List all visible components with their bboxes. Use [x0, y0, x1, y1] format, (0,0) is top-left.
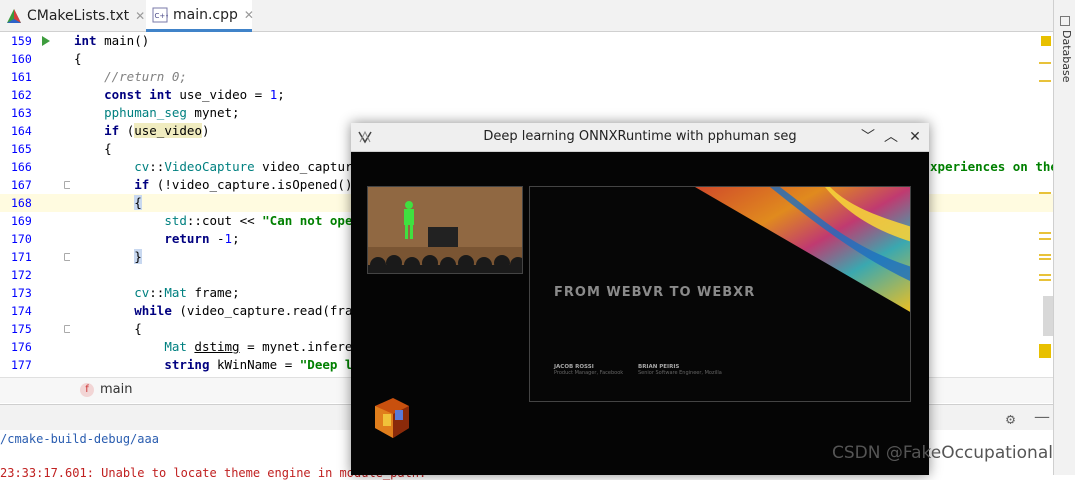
function-icon: f: [80, 383, 94, 397]
vertical-scrollbar[interactable]: [1043, 296, 1053, 336]
maximize-button[interactable]: ︿: [881, 127, 901, 147]
line-number: 172: [11, 268, 32, 282]
marker[interactable]: [1039, 279, 1051, 281]
svg-text:C++: C++: [155, 12, 169, 20]
marker[interactable]: [1039, 238, 1051, 240]
line-number: 169: [11, 214, 32, 228]
marker[interactable]: [1039, 192, 1051, 194]
output-path[interactable]: /cmake-build-debug/aaa: [0, 432, 159, 446]
line-number: 168: [11, 196, 32, 210]
line-number: 175: [11, 322, 32, 336]
line-number: 163: [11, 106, 32, 120]
line-number: 160: [11, 52, 32, 66]
line-number: 159: [11, 34, 32, 48]
speaker-role: Product Manager, Facebook: [554, 370, 624, 376]
warning-marker[interactable]: [1041, 36, 1051, 46]
breadcrumb-item[interactable]: main: [100, 382, 132, 397]
marker[interactable]: [1039, 258, 1051, 260]
run-icon[interactable]: [42, 36, 50, 46]
watermark-text: CSDN @FakeOccupational: [832, 443, 1053, 463]
tab-main-cpp[interactable]: C++ main.cpp ✕: [146, 0, 254, 32]
window-title: Deep learning ONNXRuntime with pphuman s…: [483, 129, 797, 144]
code-line: //return 0;: [74, 69, 187, 84]
gear-icon[interactable]: ⚙: [1006, 410, 1015, 428]
line-number: 162: [11, 88, 32, 102]
line-number: 173: [11, 286, 32, 300]
code-line: {: [74, 51, 82, 66]
line-number: 164: [11, 124, 32, 138]
code-line: int main(): [74, 33, 150, 48]
cmake-icon: [6, 8, 22, 24]
speaker-role: Senior Software Engineer, Mozilla: [638, 370, 722, 376]
right-tool-strip: Database: [1053, 0, 1075, 475]
line-number-gutter: 159 160 161 162 163 164 165 166 167 168 …: [0, 32, 72, 377]
tab-label: CMakeLists.txt: [27, 8, 130, 24]
line-number: 165: [11, 142, 32, 156]
line-number: 167: [11, 178, 32, 192]
video-frame: FROM WEBVR TO WEBXR JACOB ROSSI Product …: [351, 152, 929, 475]
tab-label: main.cpp: [173, 6, 238, 23]
database-icon[interactable]: [1060, 16, 1070, 26]
close-button[interactable]: ✕: [905, 127, 925, 147]
slide-title: FROM WEBVR TO WEBXR: [554, 285, 756, 300]
conference-logo: [369, 396, 413, 440]
video-window[interactable]: Deep learning ONNXRuntime with pphuman s…: [351, 123, 929, 475]
line-number: 161: [11, 70, 32, 84]
marker[interactable]: [1039, 344, 1051, 358]
marker[interactable]: [1039, 254, 1051, 256]
line-number: 170: [11, 232, 32, 246]
database-tool-button[interactable]: Database: [1060, 30, 1073, 83]
line-number: 171: [11, 250, 32, 264]
close-icon[interactable]: ✕: [135, 9, 145, 23]
speaker-2: BRIAN PEIRIS Senior Software Engineer, M…: [638, 364, 722, 376]
line-number: 177: [11, 358, 32, 372]
speaker-video-thumbnail: [367, 186, 523, 274]
cpp-file-icon: C++: [152, 7, 168, 23]
editor-tab-bar: CMakeLists.txt ✕ C++ main.cpp ✕: [0, 0, 1053, 32]
code-line: pphuman_seg mynet;: [104, 105, 240, 120]
line-number: 174: [11, 304, 32, 318]
line-number: 166: [11, 160, 32, 174]
line-number: 176: [11, 340, 32, 354]
marker[interactable]: [1039, 80, 1051, 82]
window-titlebar[interactable]: Deep learning ONNXRuntime with pphuman s…: [351, 123, 929, 152]
close-icon[interactable]: ✕: [244, 8, 254, 22]
marker[interactable]: [1039, 232, 1051, 234]
marker[interactable]: [1039, 274, 1051, 276]
minimize-button[interactable]: ﹀: [858, 127, 878, 147]
code-line: const int use_video = 1;: [104, 87, 285, 102]
tab-cmakelists[interactable]: CMakeLists.txt ✕: [0, 0, 145, 32]
minimize-icon[interactable]: —: [1034, 407, 1050, 426]
speaker-1: JACOB ROSSI Product Manager, Facebook: [554, 364, 623, 376]
presentation-slide: FROM WEBVR TO WEBXR JACOB ROSSI Product …: [529, 186, 911, 402]
marker[interactable]: [1039, 62, 1051, 64]
